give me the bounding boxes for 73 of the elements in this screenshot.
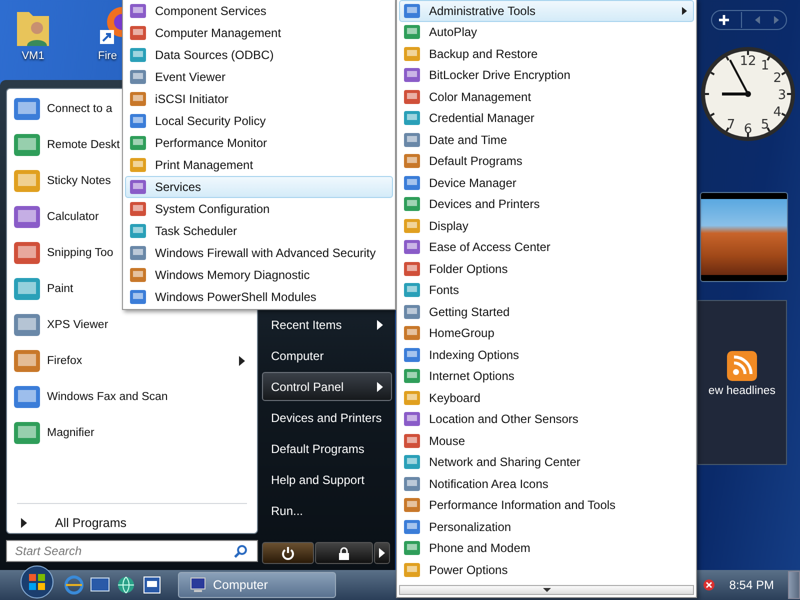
clock-numeral: 5 (760, 117, 770, 132)
program-item[interactable]: Windows Fax and Scan (7, 379, 168, 415)
menu-item[interactable]: Device Manager (399, 172, 694, 194)
menu-item[interactable]: Event Viewer (125, 66, 393, 88)
program-item[interactable]: Connect to a (7, 91, 112, 127)
menu-item[interactable]: Local Security Policy (125, 110, 393, 132)
menu-item[interactable]: Services (125, 176, 393, 198)
program-item[interactable]: Paint (7, 271, 74, 307)
clock-numeral: 7 (726, 117, 736, 132)
start-menu-link[interactable]: Computer (262, 341, 392, 370)
desktop-icon-label[interactable]: VM1 (22, 50, 44, 62)
feed-headlines-text[interactable]: ew headlines (708, 385, 776, 397)
menu-item[interactable]: Administrative Tools (399, 0, 694, 22)
start-menu-link[interactable]: Default Programs (262, 434, 392, 464)
menu-item[interactable]: Data Sources (ODBC) (125, 44, 393, 66)
clock-time[interactable]: 8:54 PM (729, 578, 774, 592)
menu-item[interactable]: Mouse (399, 430, 694, 452)
taskbar-button[interactable]: Computer (178, 572, 336, 598)
program-item[interactable]: Calculator (7, 199, 99, 235)
menu-item[interactable]: Location and Other Sensors (399, 408, 694, 430)
menu-item[interactable]: Performance Monitor (125, 132, 393, 154)
search-field[interactable]: Start Search (6, 540, 258, 562)
menu-item[interactable]: Print Management (125, 154, 393, 176)
menu-item[interactable]: HomeGroup (399, 322, 694, 344)
start-menu-link[interactable]: Control Panel (262, 372, 392, 402)
menu-item[interactable]: Keyboard (399, 387, 694, 408)
clock-numeral: 2 (773, 71, 782, 86)
menu-item[interactable]: Date and Time (399, 129, 694, 150)
menu-item[interactable]: System Configuration (125, 198, 393, 220)
menu-item[interactable]: Folder Options (399, 258, 694, 280)
program-item[interactable]: Firefox (7, 343, 257, 379)
program-item[interactable]: Sticky Notes (7, 163, 111, 199)
clock-numeral: 12 (740, 54, 756, 69)
all-programs-item[interactable]: All Programs (7, 508, 257, 530)
menu-item[interactable]: Phone and Modem (399, 538, 694, 559)
menu-item[interactable]: Notification Area Icons (399, 473, 694, 494)
desktop-icon-label[interactable]: Fire (98, 50, 117, 62)
menu-item[interactable]: Windows Memory Diagnostic (125, 264, 393, 286)
menu-item[interactable]: Internet Options (399, 366, 694, 387)
clock-numeral: 6 (744, 122, 752, 137)
menu-item[interactable]: Windows PowerShell Modules (125, 286, 393, 308)
menu-item[interactable]: Computer Management (125, 22, 393, 44)
menu-item[interactable]: Windows Firewall with Advanced Security (125, 242, 393, 264)
menu-item[interactable]: AutoPlay (399, 22, 694, 43)
menu-item[interactable]: Getting Started (399, 301, 694, 322)
program-item[interactable]: Remote Deskt (7, 127, 120, 163)
menu-item[interactable]: Personalization (399, 516, 694, 538)
menu-item[interactable]: BitLocker Drive Encryption (399, 64, 694, 86)
menu-item[interactable]: Component Services (125, 0, 393, 22)
program-item[interactable]: Magnifier (7, 415, 94, 451)
menu-item[interactable]: Network and Sharing Center (399, 452, 694, 473)
menu-item[interactable]: Devices and Printers (399, 194, 694, 215)
clock-numeral: 3 (778, 88, 786, 103)
clock-numeral: 1 (760, 58, 770, 74)
program-item[interactable]: XPS Viewer (7, 307, 108, 343)
start-menu-link[interactable]: Run... (262, 496, 392, 526)
program-item[interactable]: Snipping Too (7, 235, 114, 271)
start-menu-link[interactable]: Recent Items (262, 310, 392, 340)
menu-item[interactable]: Power Options (399, 559, 694, 580)
menu-item[interactable]: Display (399, 215, 694, 236)
menu-item[interactable]: Backup and Restore (399, 43, 694, 64)
menu-item[interactable]: Indexing Options (399, 344, 694, 366)
menu-item[interactable]: Color Management (399, 86, 694, 108)
menu-item[interactable]: Default Programs (399, 150, 694, 172)
start-menu-link[interactable]: Devices and Printers (262, 403, 392, 433)
menu-item[interactable]: Credential Manager (399, 108, 694, 129)
menu-item[interactable]: iSCSI Initiator (125, 88, 393, 110)
menu-item[interactable]: Performance Information and Tools (399, 494, 694, 516)
menu-item[interactable]: Ease of Access Center (399, 236, 694, 258)
start-menu-link[interactable]: Help and Support (262, 466, 392, 495)
menu-item[interactable]: Task Scheduler (125, 220, 393, 242)
menu-item[interactable]: Fonts (399, 280, 694, 301)
clock-numeral: 4 (773, 105, 782, 120)
